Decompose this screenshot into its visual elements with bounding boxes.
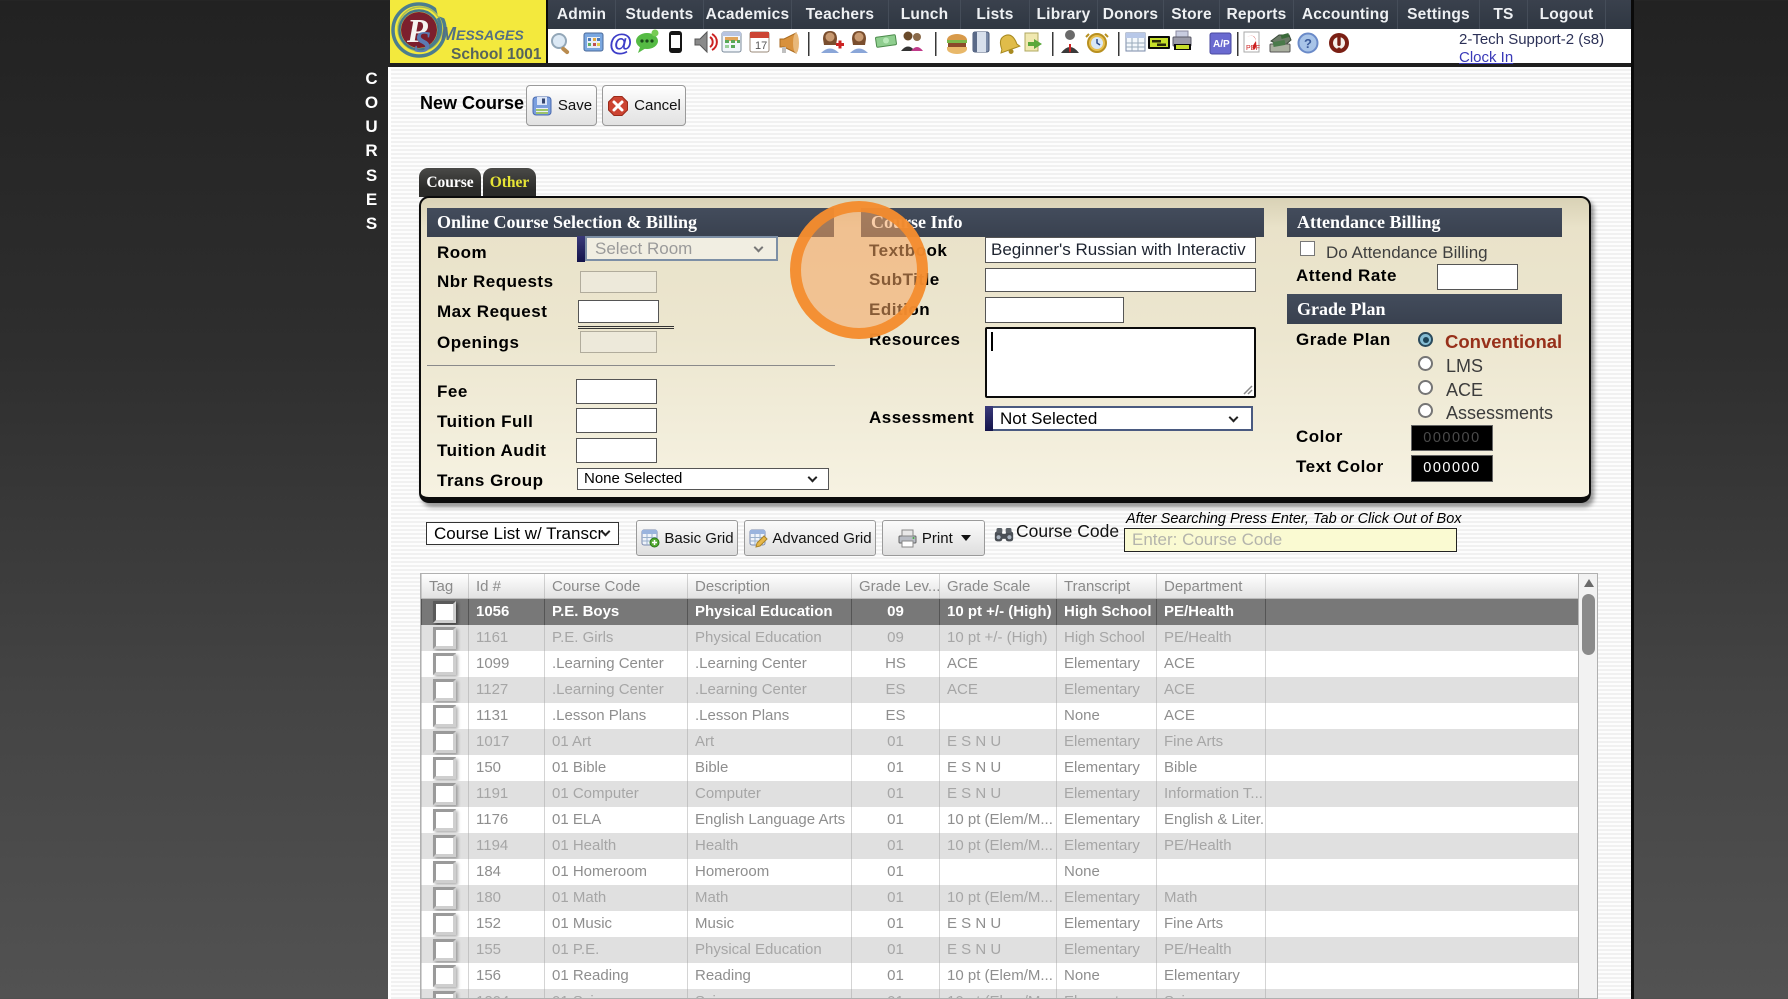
svg-text:A/P: A/P (1213, 39, 1230, 50)
svg-text:17: 17 (755, 40, 767, 52)
svg-text:?: ? (1304, 36, 1312, 51)
svg-text:MESSAGES: MESSAGES (441, 24, 524, 44)
svg-text:School 1001: School 1001 (451, 46, 542, 63)
svg-text:PDF: PDF (1246, 45, 1260, 52)
svg-text:S: S (414, 24, 431, 59)
svg-text:@: @ (609, 30, 632, 57)
